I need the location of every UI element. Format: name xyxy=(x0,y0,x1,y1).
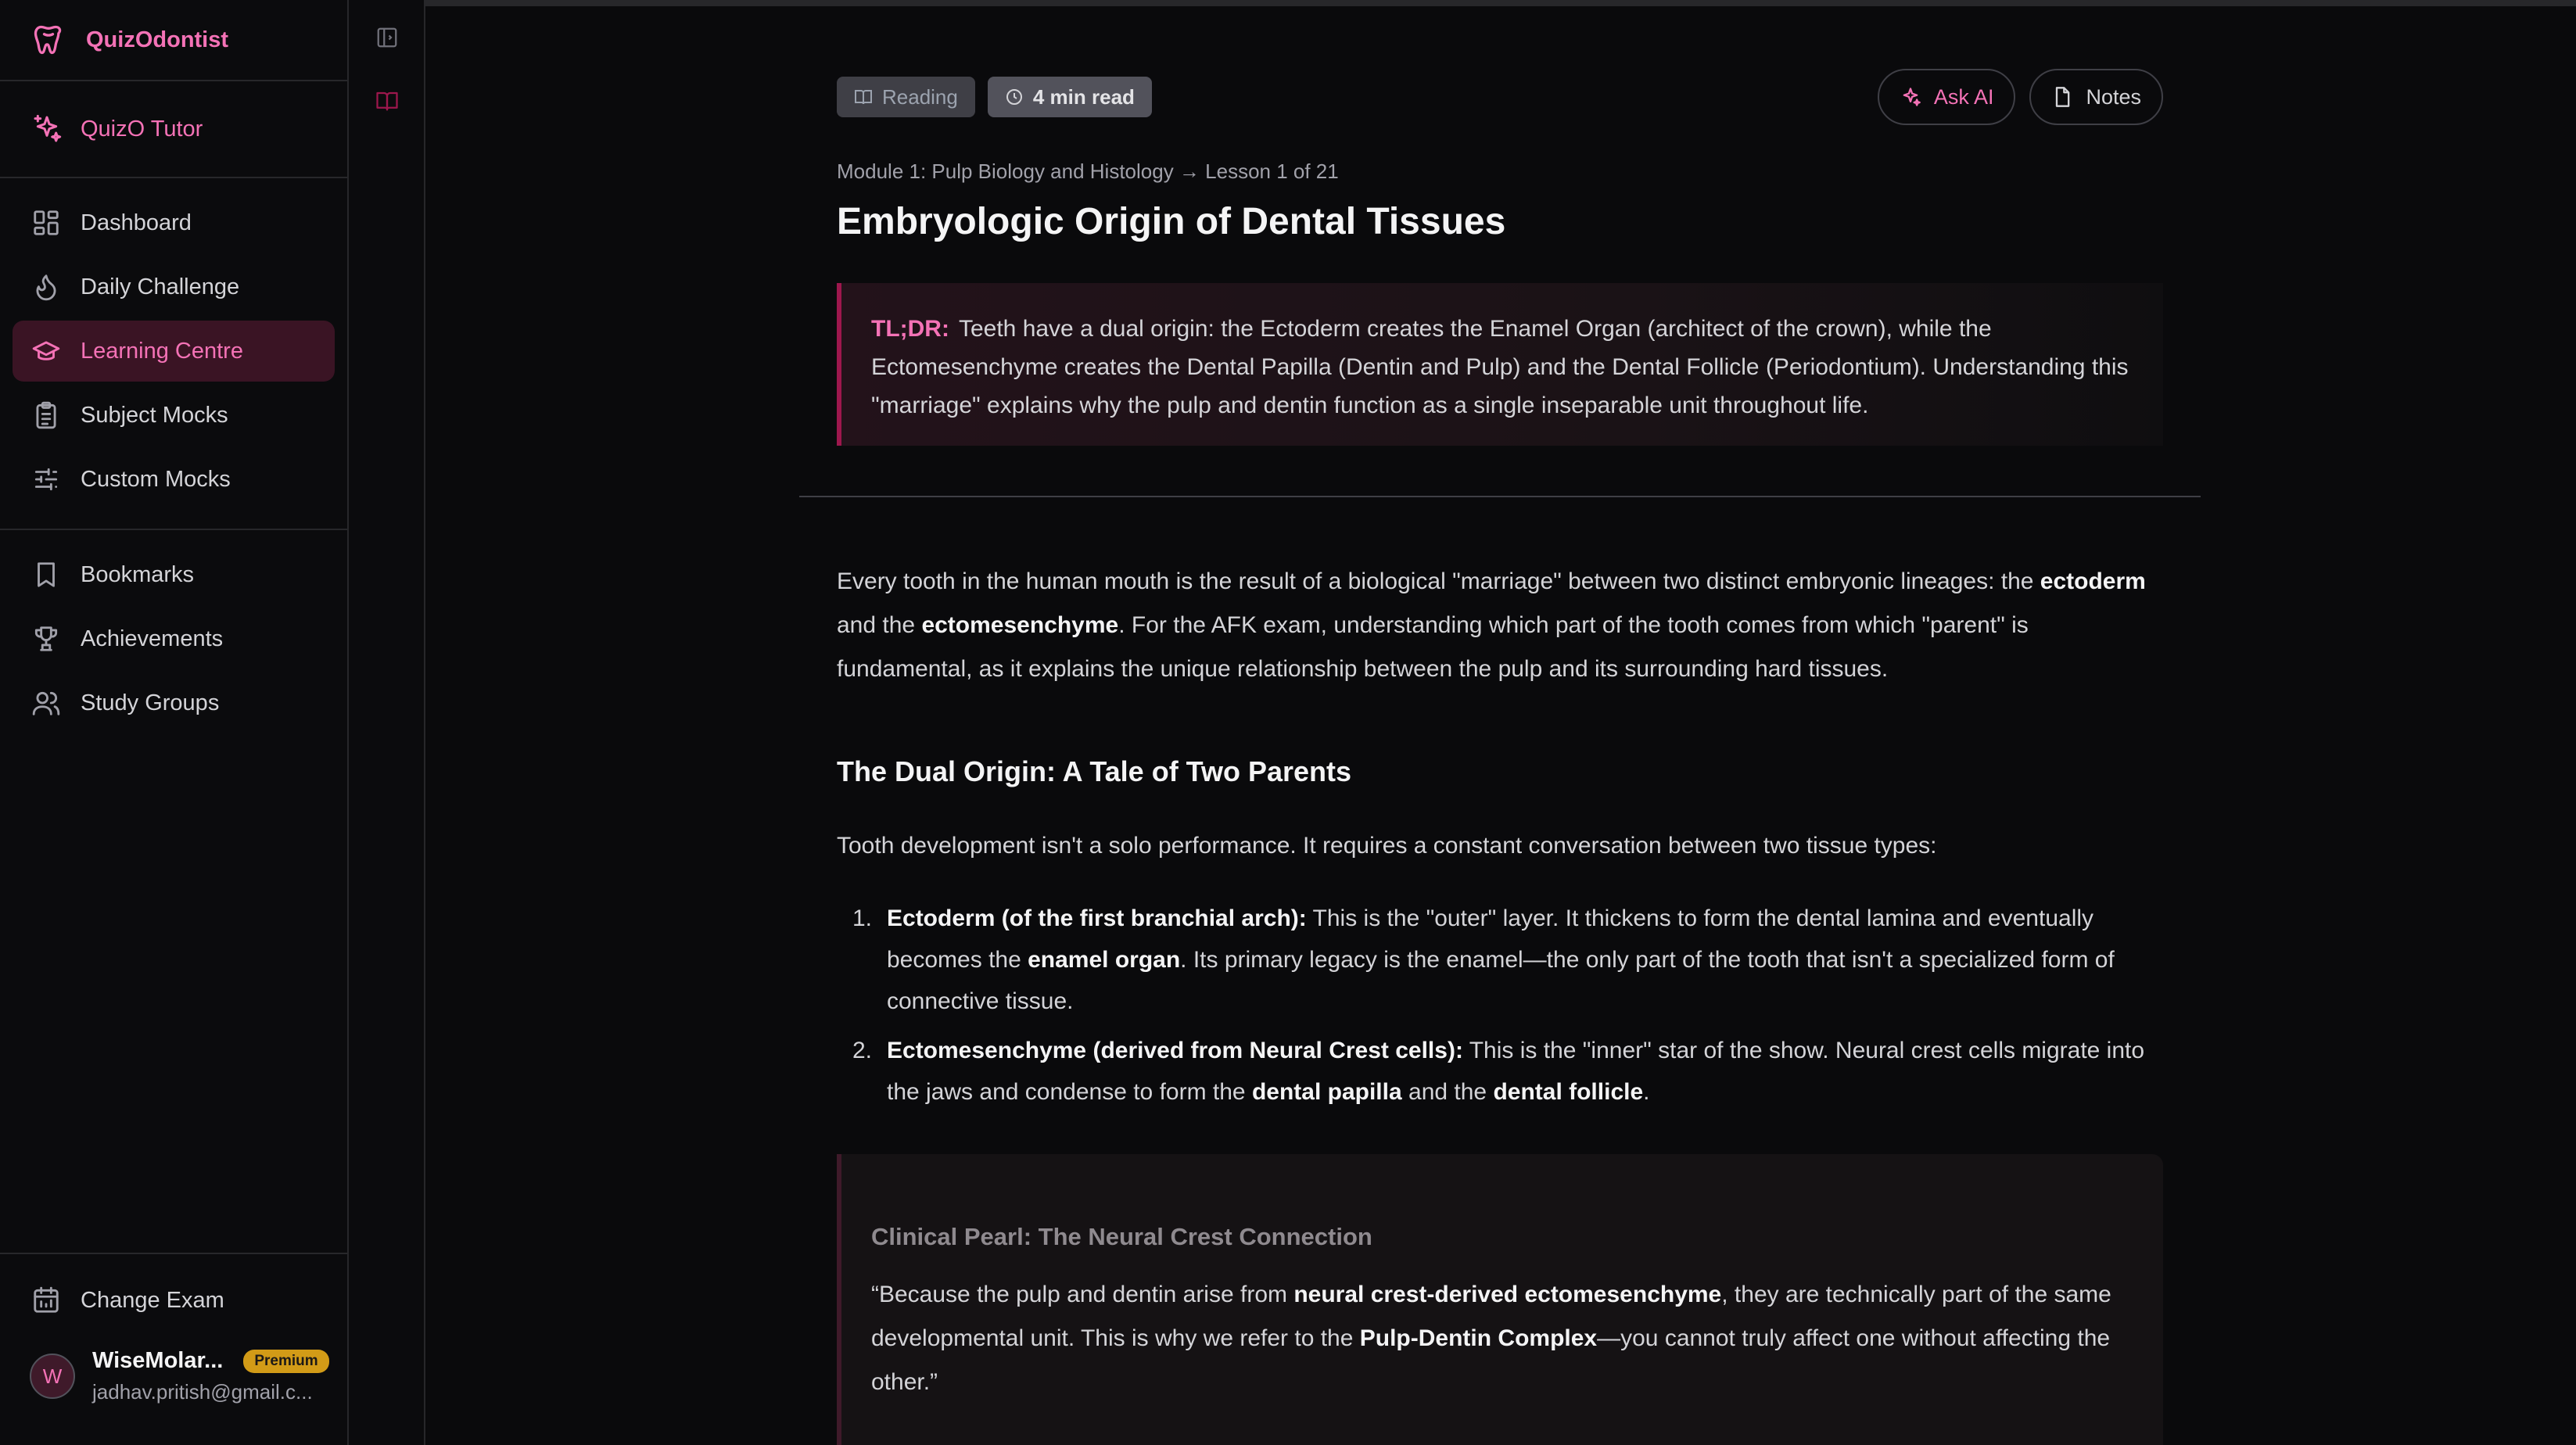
list-item: 1. Ectoderm (of the first branchial arch… xyxy=(837,898,2163,1022)
quizo-tutor-label: QuizO Tutor xyxy=(81,116,203,142)
lesson-main: Reading 4 min read Ask AI Notes Module 1… xyxy=(425,0,2576,1445)
user-profile[interactable]: W WiseMolar... Premium jadhav.pritish@gm… xyxy=(0,1348,347,1404)
sidebar-item-achievements[interactable]: Achievements xyxy=(13,608,335,669)
avatar: W xyxy=(30,1354,75,1399)
user-row: WiseMolar... Premium xyxy=(92,1348,329,1374)
sidebar-item-label: Bookmarks xyxy=(81,561,195,587)
book-icon xyxy=(855,90,872,105)
list-term: dental follicle xyxy=(1493,1079,1644,1105)
list-number: 2. xyxy=(852,1038,873,1063)
origin-list: 1. Ectoderm (of the first branchial arch… xyxy=(837,898,2163,1121)
sidebar-item-learning-centre[interactable]: Learning Centre xyxy=(13,321,335,382)
toolbar-column xyxy=(349,0,425,1445)
lesson-badges: Reading 4 min read xyxy=(837,77,1164,117)
sparkles-icon xyxy=(34,114,62,142)
pearl-term: Pulp-Dentin Complex xyxy=(1359,1325,1598,1351)
ask-ai-button[interactable]: Ask AI xyxy=(1877,69,2016,125)
flame-icon xyxy=(36,274,56,301)
clinical-pearl-text: “Because the pulp and dentin arise from … xyxy=(871,1273,2132,1404)
notes-button[interactable]: Notes xyxy=(2029,69,2163,125)
list-number: 1. xyxy=(852,905,873,931)
term-ectomesenchyme: ectomesenchyme xyxy=(921,612,1119,638)
section-intro: Tooth development isn't a solo performan… xyxy=(837,833,1937,859)
sidebar-item-label: Achievements xyxy=(81,626,224,651)
sidebar-item-label: Learning Centre xyxy=(81,338,243,364)
sparkles-icon xyxy=(1903,88,1921,106)
sidebar-item-label: Dashboard xyxy=(81,210,192,235)
bookmark-icon xyxy=(38,562,55,587)
users-icon xyxy=(32,691,60,715)
sidebar-item-bookmarks[interactable]: Bookmarks xyxy=(13,544,335,605)
list-text: Ectomesenchyme (derived from Neural Cres… xyxy=(887,1030,2163,1113)
tldr-callout: TL;DR: Teeth have a dual origin: the Ecto… xyxy=(837,283,2163,446)
list-term: Ectoderm (of the first branchial arch): xyxy=(887,905,1307,931)
tooth-logo-icon xyxy=(34,25,62,55)
sidebar-item-custom-mocks[interactable]: Custom Mocks xyxy=(13,449,335,510)
breadcrumb[interactable]: Module 1: Pulp Biology and Histology → L… xyxy=(837,160,1339,184)
progress-track xyxy=(425,0,2576,6)
sliders-icon xyxy=(34,468,58,491)
list-body: and the xyxy=(1401,1079,1494,1105)
read-time-badge: 4 min read xyxy=(987,77,1152,117)
clinical-pearl-title: Clinical Pearl: The Neural Crest Connect… xyxy=(871,1223,1372,1250)
file-icon xyxy=(2056,87,2070,107)
list-text: Ectoderm (of the first branchial arch): … xyxy=(887,898,2163,1022)
clock-icon xyxy=(1006,89,1022,105)
ask-ai-label: Ask AI xyxy=(1933,84,1994,109)
sidebar: QuizOdontist QuizO Tutor Dashboard Daily… xyxy=(0,0,349,1445)
intro-text: and the xyxy=(837,612,922,638)
list-term: enamel organ xyxy=(1028,947,1181,973)
term-ectoderm: ectoderm xyxy=(2040,568,2146,594)
lesson-actions: Ask AI Notes xyxy=(1864,69,2163,125)
premium-badge: Premium xyxy=(243,1349,329,1373)
pearl-term: neural crest-derived ectomesenchyme xyxy=(1293,1282,1722,1307)
tldr-text: Teeth have a dual origin: the Ectoderm c… xyxy=(871,316,2129,418)
sidebar-item-label: Study Groups xyxy=(81,690,220,715)
sidebar-item-subject-mocks[interactable]: Subject Mocks xyxy=(13,385,335,446)
list-term: Ectomesenchyme (derived from Neural Cres… xyxy=(887,1038,1463,1063)
list-term: dental papilla xyxy=(1251,1079,1402,1105)
tldr-label: TL;DR: xyxy=(871,316,949,342)
sidebar-footer: Change Exam W WiseMolar... Premium jadha… xyxy=(0,1253,347,1445)
dashboard-icon xyxy=(34,210,59,235)
sidebar-item-study-groups[interactable]: Study Groups xyxy=(13,672,335,733)
divider xyxy=(799,496,2201,497)
main-nav: Dashboard Daily Challenge Learning Centr… xyxy=(0,178,347,530)
intro-paragraph: Every tooth in the human mouth is the re… xyxy=(837,560,2163,691)
change-exam-button[interactable]: Change Exam xyxy=(0,1270,347,1331)
intro-text: Every tooth in the human mouth is the re… xyxy=(837,568,2040,594)
pearl-body: “Because the pulp and dentin arise from xyxy=(871,1282,1294,1307)
trophy-icon xyxy=(34,626,58,651)
list-item: 2. Ectomesenchyme (derived from Neural C… xyxy=(837,1030,2163,1113)
user-info: WiseMolar... Premium jadhav.pritish@gmai… xyxy=(92,1348,329,1404)
user-name: WiseMolar... xyxy=(92,1348,224,1373)
page-title: Embryologic Origin of Dental Tissues xyxy=(837,201,1506,242)
section-heading: The Dual Origin: A Tale of Two Parents xyxy=(837,755,1352,787)
sidebar-item-label: Subject Mocks xyxy=(81,402,228,428)
change-exam-label: Change Exam xyxy=(81,1287,224,1313)
sidebar-item-daily-challenge[interactable]: Daily Challenge xyxy=(13,256,335,317)
sidebar-toggle-icon[interactable] xyxy=(375,26,399,49)
graduation-cap-icon xyxy=(32,341,60,360)
quizo-tutor-link[interactable]: QuizO Tutor xyxy=(0,81,347,178)
reading-badge: Reading xyxy=(837,77,975,117)
brand[interactable]: QuizOdontist xyxy=(0,0,347,81)
calendar-chart-icon xyxy=(34,1286,59,1313)
notes-label: Notes xyxy=(2086,84,2141,109)
list-body: . xyxy=(1643,1079,1650,1105)
user-email: jadhav.pritish@gmail.c... xyxy=(92,1380,313,1404)
reading-badge-label: Reading xyxy=(882,84,958,109)
clipboard-icon xyxy=(36,401,56,429)
sidebar-item-label: Daily Challenge xyxy=(81,274,240,299)
brand-name: QuizOdontist xyxy=(86,27,229,52)
read-time-label: 4 min read xyxy=(1032,84,1135,109)
sidebar-item-label: Custom Mocks xyxy=(81,466,231,492)
book-open-icon[interactable] xyxy=(375,89,399,113)
secondary-nav: Bookmarks Achievements Study Groups xyxy=(0,530,347,733)
sidebar-item-dashboard[interactable]: Dashboard xyxy=(13,192,335,253)
clinical-pearl-callout: Clinical Pearl: The Neural Crest Connect… xyxy=(837,1154,2163,1445)
